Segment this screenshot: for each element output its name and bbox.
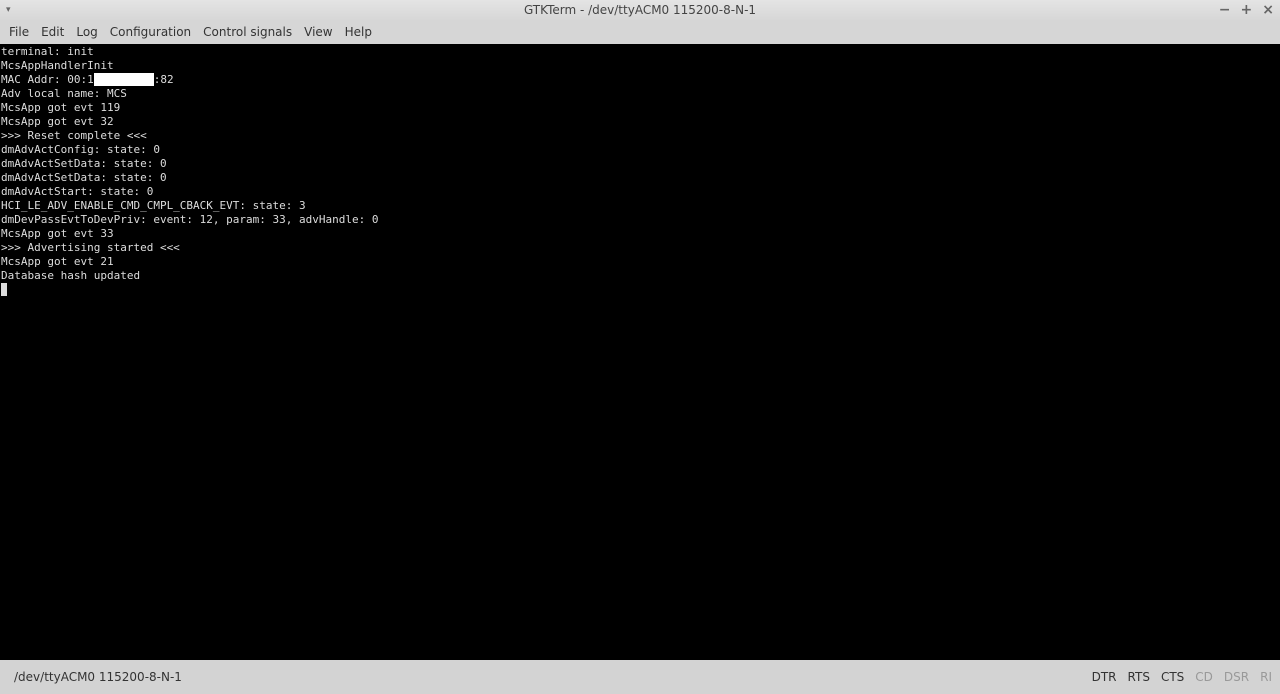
terminal-line: dmAdvActConfig: state: 0 xyxy=(1,143,160,156)
signal-cts: CTS xyxy=(1160,670,1185,684)
signal-dsr: DSR xyxy=(1223,670,1250,684)
terminal-line: >>> Advertising started <<< xyxy=(1,241,180,254)
signal-dtr: DTR xyxy=(1091,670,1117,684)
window-title: GTKTerm - /dev/ttyACM0 115200-8-N-1 xyxy=(523,3,757,17)
menu-bar: File Edit Log Configuration Control sign… xyxy=(0,21,1280,44)
menu-help[interactable]: Help xyxy=(339,21,378,44)
redaction-box xyxy=(93,73,154,86)
mac-suffix: :82 xyxy=(153,73,174,86)
terminal-line: dmAdvActSetData: state: 0 xyxy=(1,157,167,170)
window-menu-icon[interactable]: ▾ xyxy=(6,0,11,21)
terminal-line: McsApp got evt 119 xyxy=(1,101,121,114)
terminal-line: Database hash updated xyxy=(1,269,141,282)
terminal-line: Adv local name: MCS xyxy=(1,87,127,100)
terminal-line: dmDevPassEvtToDevPriv: event: 12, param:… xyxy=(1,213,379,226)
terminal-line: HCI_LE_ADV_ENABLE_CMD_CMPL_CBACK_EVT: st… xyxy=(1,199,306,212)
menu-view[interactable]: View xyxy=(298,21,338,44)
terminal-line: McsAppHandlerInit xyxy=(1,59,114,72)
terminal-line: dmAdvActStart: state: 0 xyxy=(1,185,154,198)
menu-edit[interactable]: Edit xyxy=(35,21,70,44)
terminal-output[interactable]: terminal: init McsAppHandlerInit MAC Add… xyxy=(0,44,1280,660)
terminal-line-mac: MAC Addr: 00:1 :82 xyxy=(1,73,1280,87)
menu-control-signals[interactable]: Control signals xyxy=(197,21,298,44)
terminal-line: dmAdvActSetData: state: 0 xyxy=(1,171,167,184)
menu-log[interactable]: Log xyxy=(70,21,103,44)
terminal-line: McsApp got evt 21 xyxy=(1,255,114,268)
terminal-line: >>> Reset complete <<< xyxy=(1,129,147,142)
signal-ri: RI xyxy=(1260,670,1272,684)
port-settings-label: /dev/ttyACM0 115200-8-N-1 xyxy=(14,670,182,684)
terminal-cursor xyxy=(1,283,7,296)
mac-prefix: MAC Addr: 00:1 xyxy=(1,73,94,86)
minimize-button[interactable]: − xyxy=(1219,0,1231,21)
menu-configuration[interactable]: Configuration xyxy=(104,21,197,44)
menu-file[interactable]: File xyxy=(3,21,35,44)
signal-rts: RTS xyxy=(1127,670,1150,684)
terminal-line: McsApp got evt 33 xyxy=(1,227,114,240)
signal-cd: CD xyxy=(1195,670,1213,684)
status-bar: /dev/ttyACM0 115200-8-N-1 DTR RTS CTS CD DSR… xyxy=(0,660,1280,694)
terminal-line: McsApp got evt 32 xyxy=(1,115,114,128)
close-button[interactable]: × xyxy=(1262,0,1274,21)
title-bar: ▾ GTKTerm - /dev/ttyACM0 115200-8-N-1 − … xyxy=(0,0,1280,21)
maximize-button[interactable]: + xyxy=(1241,0,1253,21)
terminal-line: terminal: init xyxy=(1,45,94,58)
